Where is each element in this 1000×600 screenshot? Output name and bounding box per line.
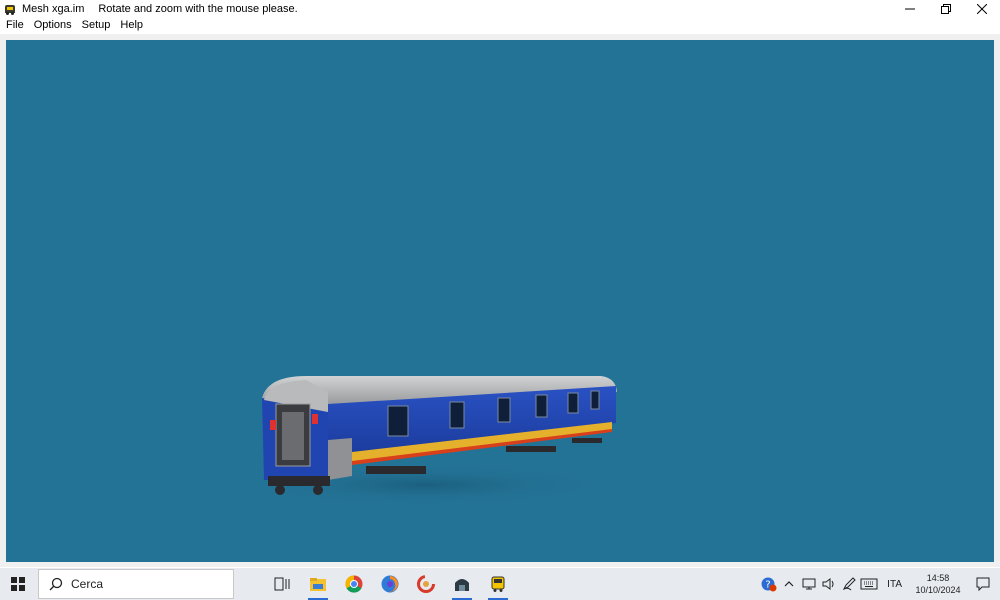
pen-tray-button[interactable] <box>839 568 859 600</box>
restore-button[interactable] <box>928 0 964 17</box>
train-car-model <box>246 376 617 505</box>
keyboard-icon <box>860 578 878 590</box>
network-tray-button[interactable] <box>799 568 819 600</box>
restore-icon <box>941 3 951 14</box>
app-dark-icon <box>455 579 469 591</box>
ccleaner-icon <box>417 575 435 593</box>
train-app-icon <box>4 3 16 15</box>
network-icon <box>802 578 816 590</box>
help-icon: ? <box>761 577 777 592</box>
taskbar: Cerca ? ITA 14:58 10/10/2024 <box>0 568 1000 600</box>
language-indicator[interactable]: ITA <box>879 579 910 590</box>
windows-icon <box>11 577 25 591</box>
volume-tray-button[interactable] <box>819 568 839 600</box>
train-app-icon <box>491 576 505 592</box>
minimize-icon <box>905 8 915 9</box>
menu-bar: File Options Setup Help <box>0 17 1000 34</box>
window-subtitle: Rotate and zoom with the mouse please. <box>98 2 298 15</box>
file-explorer-button[interactable] <box>300 568 336 600</box>
minimize-button[interactable] <box>892 0 928 17</box>
chrome-button[interactable] <box>336 568 372 600</box>
keyboard-tray-button[interactable] <box>859 568 879 600</box>
search-placeholder: Cerca <box>71 577 104 591</box>
close-button[interactable] <box>964 0 1000 17</box>
ccleaner-button[interactable] <box>408 568 444 600</box>
notification-icon <box>976 577 990 591</box>
firefox-icon <box>381 575 399 593</box>
menu-options[interactable]: Options <box>29 17 77 34</box>
pen-icon <box>843 577 856 591</box>
search-icon <box>49 577 63 591</box>
help-tray-button[interactable]: ? <box>759 568 779 600</box>
start-button[interactable] <box>0 568 36 600</box>
system-tray: ? ITA 14:58 10/10/2024 <box>759 568 1000 600</box>
firefox-button[interactable] <box>372 568 408 600</box>
notifications-button[interactable] <box>966 568 1000 600</box>
search-box[interactable]: Cerca <box>38 569 234 599</box>
menu-help[interactable]: Help <box>115 17 148 34</box>
dark-app-button[interactable] <box>444 568 480 600</box>
title-bar: Mesh xga.im Rotate and zoom with the mou… <box>0 0 1000 17</box>
window-title: Mesh xga.im <box>22 2 85 15</box>
clock[interactable]: 14:58 10/10/2024 <box>910 572 966 596</box>
task-view-icon <box>274 577 290 591</box>
train-app-button[interactable] <box>480 568 516 600</box>
task-view-button[interactable] <box>264 568 300 600</box>
clock-time: 14:58 <box>926 573 950 583</box>
chevron-up-icon <box>784 581 794 587</box>
3d-viewport[interactable] <box>6 40 994 562</box>
show-hidden-icons-button[interactable] <box>779 568 799 600</box>
clock-date: 10/10/2024 <box>915 585 961 595</box>
chrome-icon <box>345 575 363 593</box>
menu-setup[interactable]: Setup <box>77 17 116 34</box>
volume-icon <box>822 578 834 590</box>
close-icon <box>977 3 987 14</box>
menu-file[interactable]: File <box>0 17 29 34</box>
file-explorer-icon <box>310 578 326 591</box>
